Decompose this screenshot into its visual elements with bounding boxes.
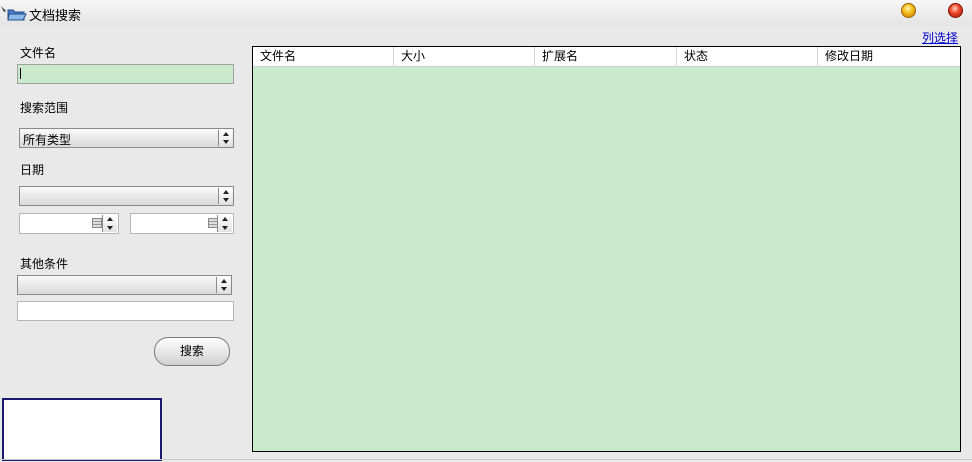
minimize-button[interactable] [901, 3, 916, 18]
folder-search-icon [1, 6, 27, 21]
date-from-picker[interactable] [19, 213, 119, 234]
scope-label: 搜索范围 [20, 101, 69, 115]
scope-spinner[interactable] [218, 130, 232, 146]
calendar-icon[interactable] [92, 218, 102, 228]
date-to-picker[interactable] [130, 213, 234, 234]
down-arrow-icon [222, 226, 228, 230]
results-table[interactable]: 文件名 大小 扩展名 状态 修改日期 [252, 46, 961, 452]
title-bar: 文档搜索 [0, 0, 972, 26]
date-to-spinner[interactable] [217, 215, 232, 232]
up-arrow-icon [223, 132, 229, 136]
search-button[interactable]: 搜索 [154, 337, 230, 366]
date-select[interactable] [19, 186, 234, 206]
up-arrow-icon [223, 190, 229, 194]
column-header-modified-date[interactable]: 修改日期 [818, 47, 960, 66]
down-arrow-icon [221, 287, 227, 291]
down-arrow-icon [223, 140, 229, 144]
column-select-link[interactable]: 列选择 [922, 29, 958, 46]
column-header-filename[interactable]: 文件名 [253, 47, 394, 66]
up-arrow-icon [222, 217, 228, 221]
filename-input[interactable] [17, 64, 234, 84]
window-title: 文档搜索 [29, 9, 82, 24]
down-arrow-icon [107, 226, 113, 230]
scope-select[interactable]: 所有类型 [19, 128, 234, 148]
other-conditions-select[interactable] [17, 275, 232, 295]
date-label: 日期 [20, 163, 45, 177]
scope-selected-value: 所有类型 [23, 133, 72, 147]
up-arrow-icon [107, 217, 113, 221]
filename-label: 文件名 [20, 46, 57, 60]
other-spinner[interactable] [216, 277, 230, 293]
column-header-size[interactable]: 大小 [394, 47, 535, 66]
column-header-status[interactable]: 状态 [677, 47, 818, 66]
date-spinner[interactable] [218, 188, 232, 204]
bottom-divider [0, 459, 972, 460]
other-conditions-label: 其他条件 [20, 257, 69, 271]
other-conditions-input[interactable] [17, 301, 234, 321]
up-arrow-icon [221, 279, 227, 283]
close-button[interactable] [948, 3, 963, 18]
table-header: 文件名 大小 扩展名 状态 修改日期 [253, 47, 960, 67]
text-caret [20, 68, 21, 79]
down-arrow-icon [223, 198, 229, 202]
date-from-spinner[interactable] [102, 215, 117, 232]
preview-panel [2, 398, 162, 461]
column-header-extension[interactable]: 扩展名 [535, 47, 677, 66]
